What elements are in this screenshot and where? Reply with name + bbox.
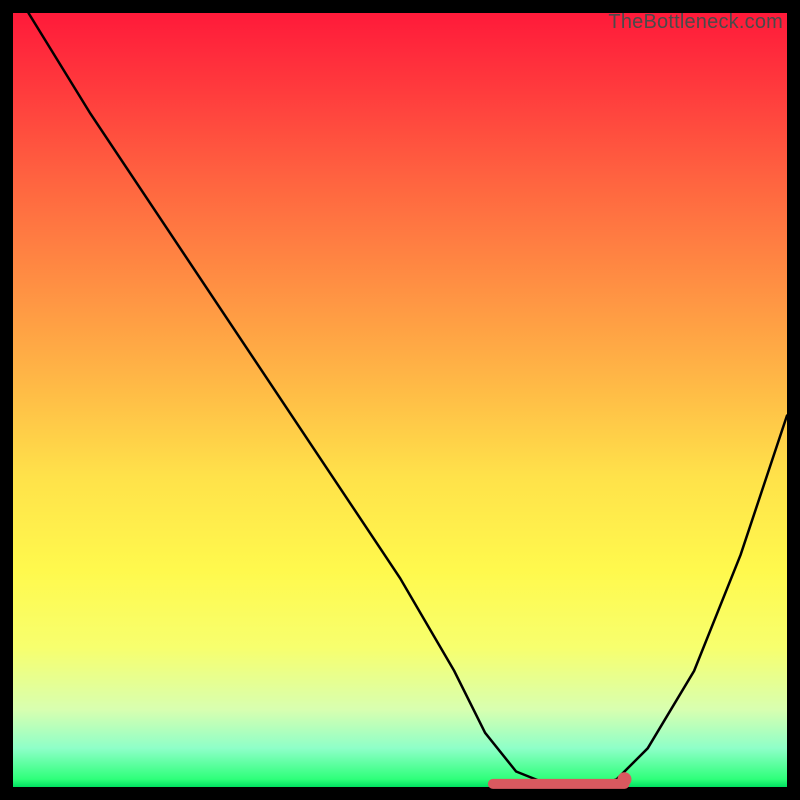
chart-frame: TheBottleneck.com (13, 13, 787, 787)
bottleneck-curve-svg (13, 13, 787, 787)
end-marker-dot (618, 772, 632, 786)
bottleneck-curve-path (29, 13, 788, 787)
